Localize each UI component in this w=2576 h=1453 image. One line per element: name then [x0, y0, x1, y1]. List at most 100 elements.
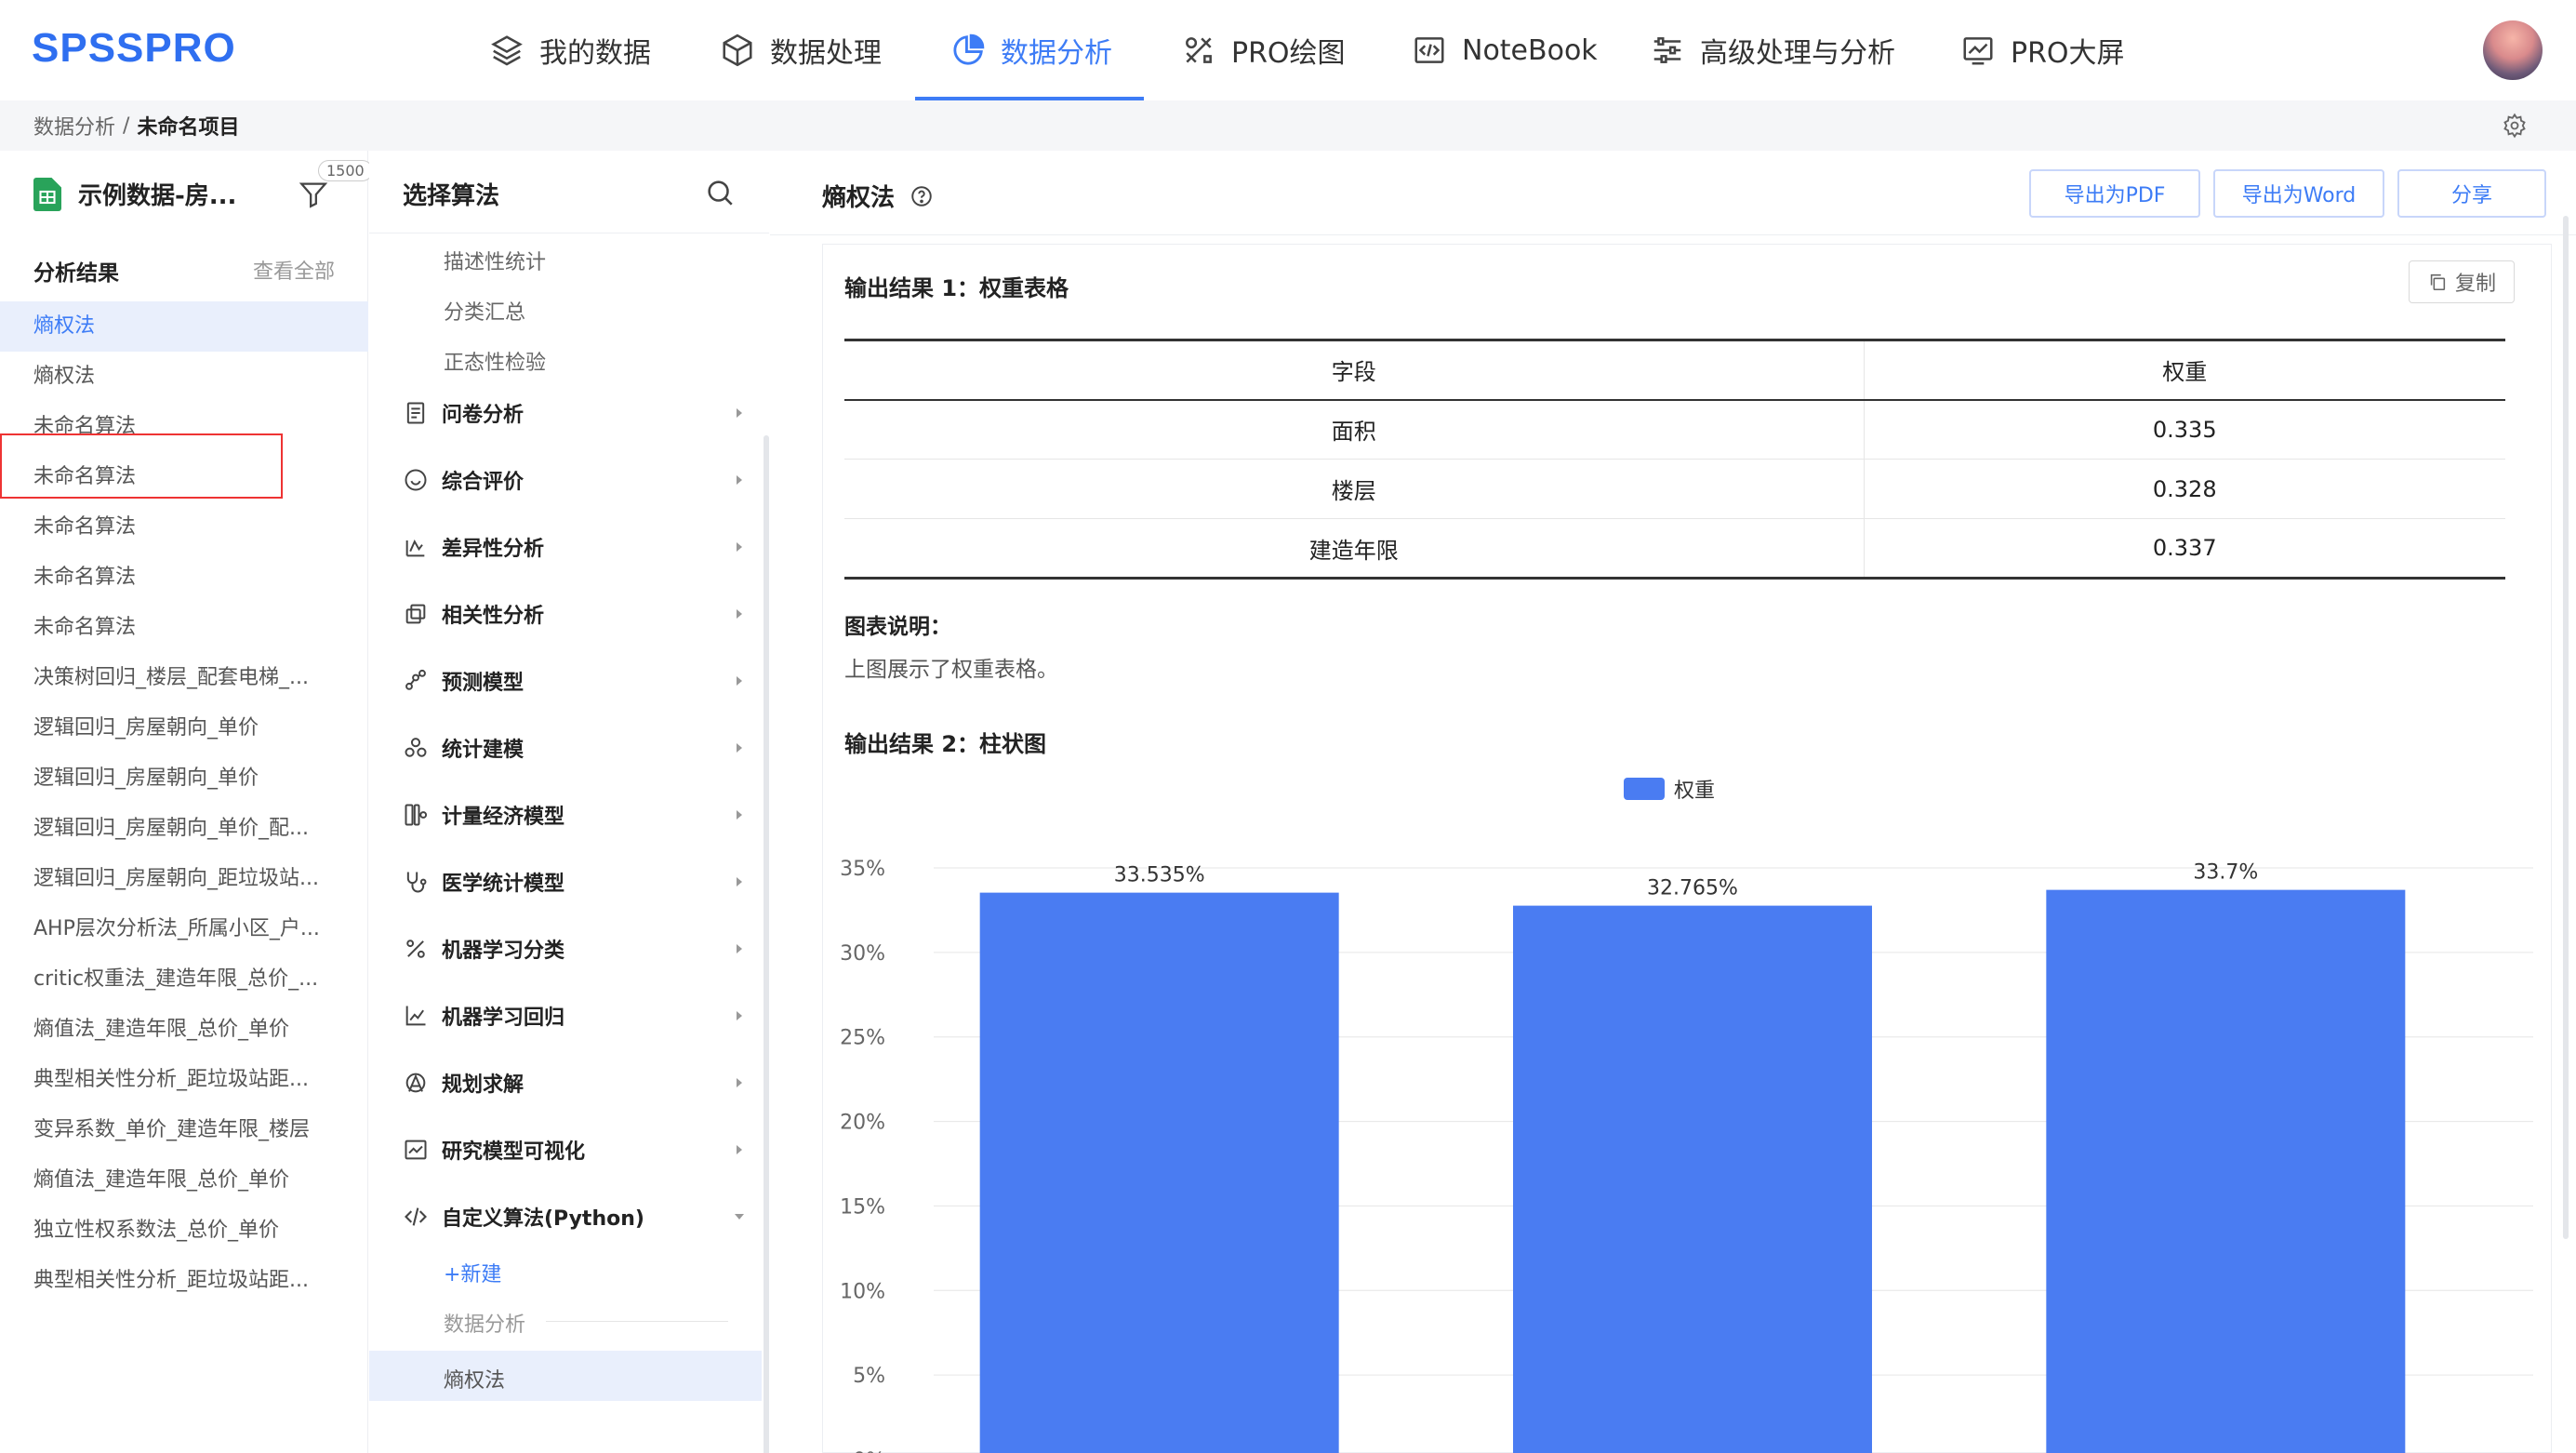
result-item[interactable]: 逻辑回归_房屋朝向_单价	[0, 703, 368, 753]
export-word-button[interactable]: 导出为Word	[2213, 169, 2384, 218]
help-icon[interactable]	[910, 184, 934, 208]
result-item[interactable]: 典型相关性分析_距垃圾站距...	[0, 1055, 368, 1105]
result-item[interactable]: 逻辑回归_房屋朝向_距垃圾站...	[0, 854, 368, 904]
category-visualization[interactable]: 研究模型可视化	[403, 1131, 747, 1168]
table-header-cell: 字段	[844, 340, 1865, 401]
table-cell: 楼层	[844, 459, 1865, 519]
copy-button[interactable]: 复制	[2409, 260, 2515, 303]
spreadsheet-file-icon	[33, 177, 61, 211]
nav-data-processing[interactable]: 数据处理	[720, 0, 882, 100]
result-item[interactable]: 未命名算法	[0, 502, 368, 553]
category-difference[interactable]: 差异性分析	[403, 528, 747, 566]
category-correlation[interactable]: 相关性分析	[403, 595, 747, 633]
result-item[interactable]: 熵值法_建造年限_总价_单价	[0, 1155, 368, 1206]
gear-icon[interactable]	[2502, 113, 2528, 139]
category-label: 问卷分析	[442, 404, 524, 427]
result-item[interactable]: AHP层次分析法_所属小区_户...	[0, 904, 368, 954]
weight-table: 字段 权重 面积 0.335 楼层 0.328 建造年限 0.337	[844, 339, 2505, 580]
nav-pro-drawing[interactable]: PRO绘图	[1181, 0, 1346, 100]
custom-group-label: 数据分析	[444, 1313, 526, 1337]
category-label: 综合评价	[442, 471, 524, 494]
nav-my-data[interactable]: 我的数据	[489, 0, 651, 100]
y-tick-label: 35%	[840, 858, 885, 881]
table-cell: 0.337	[1864, 518, 2505, 580]
result-item[interactable]: 熵值法_建造年限_总价_单价	[0, 1005, 368, 1055]
chevron-right-icon	[737, 408, 742, 418]
y-tick-label: 15%	[840, 1195, 885, 1219]
percent-icon	[406, 940, 425, 958]
category-label: 差异性分析	[442, 538, 545, 561]
questionnaire-icon	[406, 402, 425, 424]
chart-note-text: 上图展示了权重表格。	[844, 658, 1058, 682]
difference-icon	[405, 539, 425, 557]
category-custom-python[interactable]: 自定义算法(Python)	[403, 1198, 747, 1235]
nav-notebook[interactable]: NoteBook	[1412, 0, 1598, 100]
category-label: 机器学习回归	[442, 1006, 565, 1030]
result-item[interactable]: 决策树回归_楼层_配套电梯_...	[0, 653, 368, 703]
table-cell: 建造年限	[844, 518, 1865, 580]
chevron-right-icon	[737, 743, 742, 753]
correlation-icon	[405, 604, 426, 624]
category-ml-regression[interactable]: 机器学习回归	[403, 997, 747, 1034]
result-item[interactable]: 典型相关性分析_距垃圾站距...	[0, 1256, 368, 1306]
category-label: 规划求解	[442, 1073, 524, 1097]
dataset-selector[interactable]: 示例数据-房...	[33, 177, 236, 211]
category-medical[interactable]: 医学统计模型	[403, 863, 747, 900]
category-ml-classification[interactable]: 机器学习分类	[403, 930, 747, 967]
result-item[interactable]: 熵权法	[0, 352, 368, 402]
active-algorithm-row[interactable]	[369, 1351, 762, 1401]
main-scrollbar[interactable]	[2563, 216, 2569, 1239]
category-prediction[interactable]: 预测模型	[403, 662, 747, 700]
result-item[interactable]: 独立性权系数法_总价_单价	[0, 1206, 368, 1256]
bar	[1513, 905, 1872, 1453]
result-item[interactable]: 未命名算法	[0, 553, 368, 603]
export-pdf-button[interactable]: 导出为PDF	[2029, 169, 2200, 218]
share-button[interactable]: 分享	[2397, 169, 2546, 218]
filter-icon[interactable]	[298, 179, 329, 210]
regression-icon	[405, 1006, 426, 1026]
category-evaluation[interactable]: 综合评价	[403, 461, 747, 499]
nav-pro-screen[interactable]: PRO大屏	[1960, 0, 2125, 100]
category-label: 相关性分析	[442, 605, 545, 628]
table-cell: 0.335	[1864, 399, 2505, 460]
category-statistics-model[interactable]: 统计建模	[403, 729, 747, 766]
category-planning[interactable]: 规划求解	[403, 1064, 747, 1101]
chevron-right-icon	[737, 1145, 742, 1154]
result-item[interactable]: critic权重法_建造年限_总价_...	[0, 954, 368, 1005]
bar	[979, 892, 1339, 1453]
category-questionnaire[interactable]: 问卷分析	[403, 394, 747, 432]
view-all-link[interactable]: 查看全部	[253, 255, 335, 285]
breadcrumb-parent[interactable]: 数据分析	[33, 111, 115, 140]
result-item[interactable]: 变异系数_单价_建造年限_楼层	[0, 1105, 368, 1155]
algorithm-item[interactable]: 描述性统计	[444, 246, 546, 275]
result-item[interactable]: 逻辑回归_房屋朝向_单价_配...	[0, 804, 368, 854]
algorithm-panel-scrollbar[interactable]	[764, 435, 769, 1453]
nav-advanced[interactable]: 高级处理与分析	[1650, 0, 1895, 100]
category-econometric[interactable]: 计量经济模型	[403, 796, 747, 833]
result-item[interactable]: 逻辑回归_房屋朝向_单价	[0, 753, 368, 804]
user-avatar[interactable]	[2483, 20, 2543, 80]
evaluation-icon	[405, 469, 427, 491]
nav-data-analysis[interactable]: 数据分析	[950, 0, 1112, 100]
nav-label: 我的数据	[539, 37, 651, 70]
copy-label: 复制	[2454, 273, 2496, 296]
chevron-right-icon	[737, 810, 742, 820]
main-panel: 熵权法 导出为PDF 导出为Word 分享 输出结果 1：权重表格 复制 字段 …	[770, 151, 2576, 1453]
analysis-title-text: 熵权法	[822, 184, 896, 212]
algorithm-item[interactable]: 分类汇总	[444, 296, 525, 326]
result-item[interactable]: 熵权法	[0, 301, 368, 352]
search-icon[interactable]	[704, 177, 736, 208]
app-logo[interactable]: SPSSPRO	[32, 25, 236, 72]
algorithm-item[interactable]: 正态性检验	[444, 346, 546, 376]
chart-legend[interactable]: 权重	[1624, 774, 1715, 804]
prediction-icon	[405, 669, 426, 690]
results-section-title: 分析结果	[33, 261, 119, 286]
result-item[interactable]: 未命名算法	[0, 603, 368, 653]
algorithm-panel-title: 选择算法	[403, 182, 500, 210]
new-custom-algorithm-link[interactable]: +新建	[444, 1258, 501, 1287]
table-cell: 面积	[844, 399, 1865, 460]
nav-label: PRO绘图	[1231, 37, 1346, 70]
chevron-right-icon	[737, 877, 742, 886]
breadcrumb-separator: /	[123, 113, 130, 138]
chevron-right-icon	[737, 475, 742, 485]
